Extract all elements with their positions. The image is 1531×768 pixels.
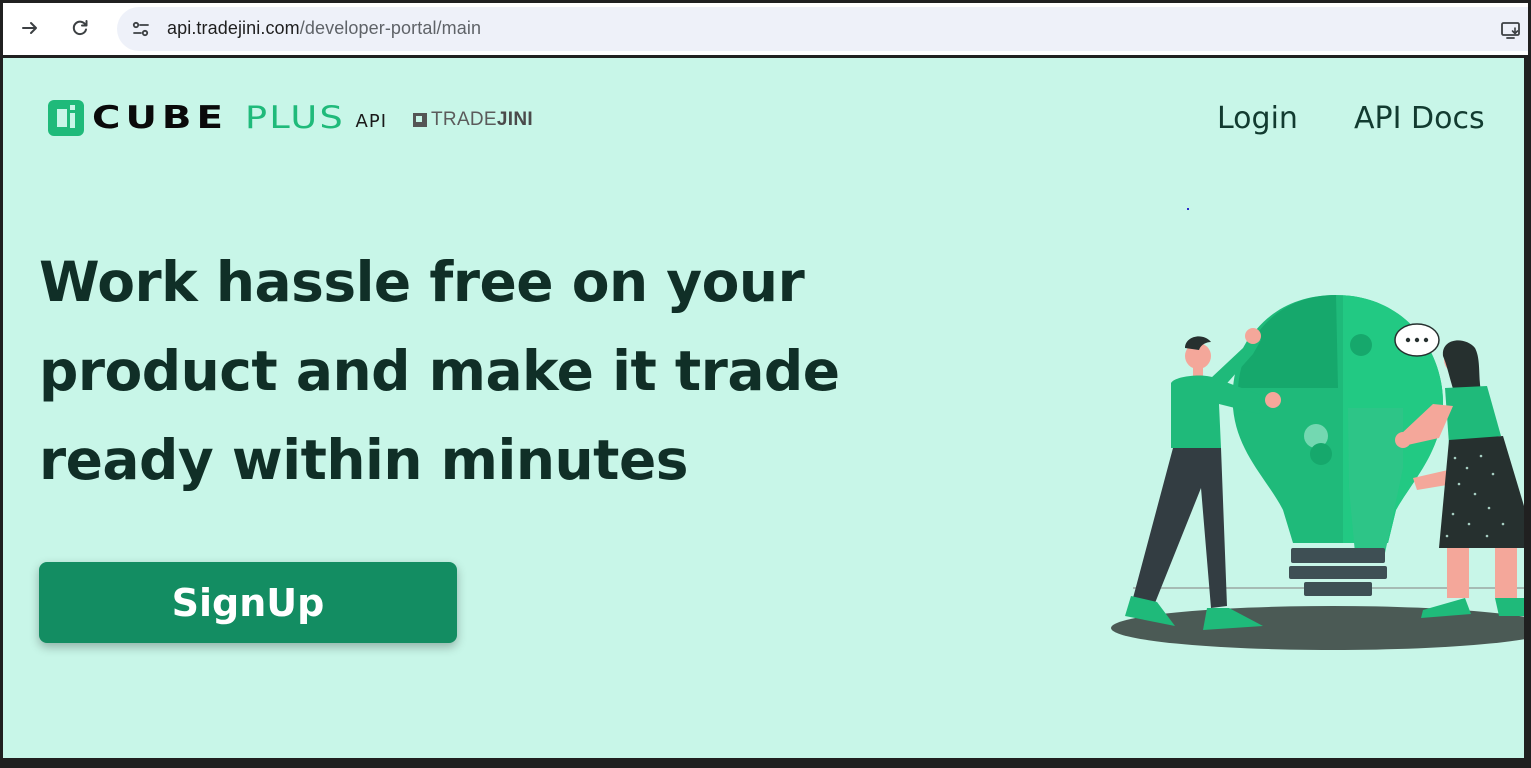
cubeplus-logo[interactable]: CUBE PLUS API TRADEJINI	[48, 100, 533, 136]
url-host: api.tradejini.com	[167, 18, 300, 38]
hero-headline: Work hassle free on your product and mak…	[39, 238, 939, 505]
browser-window: api.tradejini.com/developer-portal/main …	[0, 0, 1531, 768]
page-viewport: CUBE PLUS API TRADEJINI Login API Docs W…	[3, 58, 1524, 758]
nav-login-link[interactable]: Login	[1217, 101, 1298, 136]
arrow-right-icon	[22, 22, 37, 34]
cube-logo-icon	[48, 100, 84, 136]
hero-line-2: product and make it trade	[39, 339, 840, 403]
install-app-button[interactable]	[1498, 17, 1524, 43]
logo-cube-text: CUBE	[92, 100, 228, 136]
reload-button[interactable]	[65, 13, 95, 43]
back-button[interactable]	[15, 13, 45, 43]
reload-icon	[72, 20, 88, 36]
stray-dot	[1187, 208, 1189, 210]
site-info-button[interactable]	[127, 15, 155, 43]
tradejini-mark-icon	[413, 113, 428, 127]
browser-toolbar: api.tradejini.com/developer-portal/main	[3, 3, 1528, 55]
nav-api-docs-link[interactable]: API Docs	[1354, 101, 1485, 136]
url-text[interactable]: api.tradejini.com/developer-portal/main	[167, 18, 481, 39]
signup-button[interactable]: SignUp	[39, 562, 457, 643]
logo-plus-text: PLUS	[244, 100, 345, 136]
hero-line-1: Work hassle free on your	[39, 250, 805, 314]
address-bar[interactable]: api.tradejini.com/developer-portal/main	[117, 7, 1528, 51]
install-app-icon	[1501, 22, 1520, 39]
url-path: /developer-portal/main	[299, 18, 482, 38]
tradejini-logo: TRADEJINI	[413, 109, 533, 131]
logo-api-text: API	[355, 111, 388, 132]
hero-line-3: ready within minutes	[39, 428, 688, 492]
lightbulb-puzzle-illustration	[1111, 295, 1524, 650]
tune-icon	[132, 21, 149, 37]
tradejini-text: TRADEJINI	[431, 109, 533, 130]
